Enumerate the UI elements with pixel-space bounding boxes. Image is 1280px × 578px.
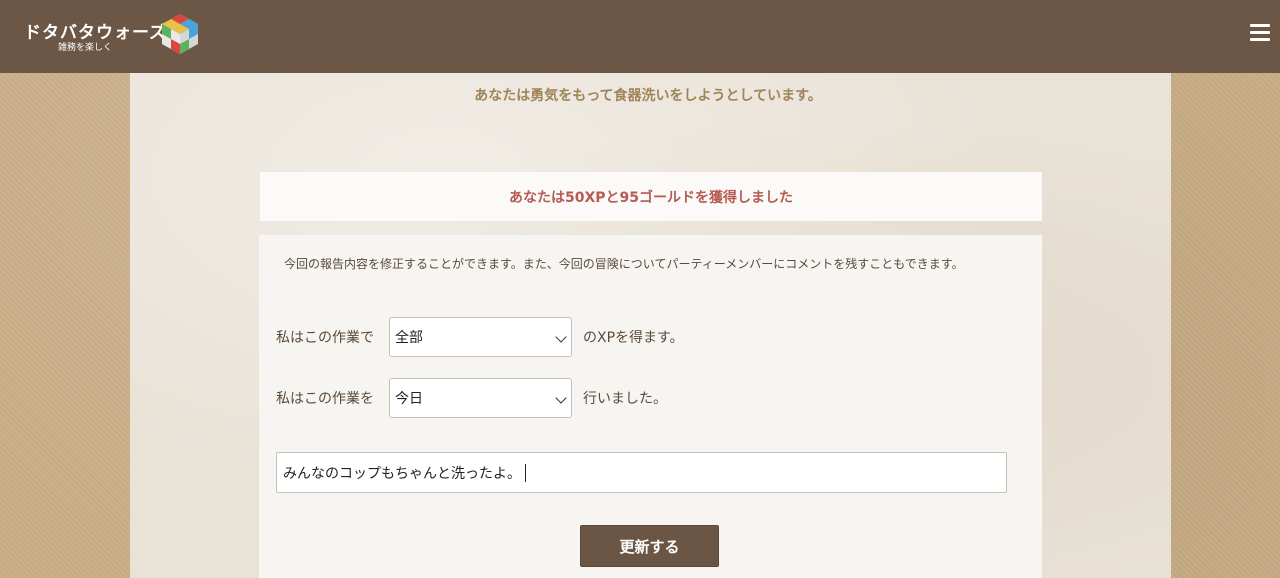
main-content-panel: あなたは勇気をもって食器洗いをしようとしています。 あなたは50XPと95ゴール… <box>130 73 1171 578</box>
xp-row-suffix: のXPを得ます。 <box>583 330 684 346</box>
chevron-down-icon <box>555 392 567 404</box>
text-cursor <box>525 463 526 482</box>
edit-instructions: 今回の報告内容を修正することができます。また、今回の冒険についてパーティーメンバ… <box>284 257 964 271</box>
cube-logo-icon <box>162 14 198 54</box>
reward-banner: あなたは50XPと95ゴールドを獲得しました <box>260 172 1042 221</box>
date-row-suffix: 行いました。 <box>583 391 667 407</box>
date-value: 今日 <box>395 391 423 407</box>
chevron-down-icon <box>555 331 567 343</box>
xp-amount-value: 全部 <box>395 330 423 346</box>
logo-subtitle: 雑務を楽しく <box>58 43 113 53</box>
app-header: ドタバタウォーズ 雑務を楽しく <box>0 0 1280 73</box>
hamburger-menu-icon[interactable] <box>1250 24 1270 44</box>
comment-text: みんなのコップもちゃんと洗ったよ。 <box>283 465 521 482</box>
comment-input[interactable]: みんなのコップもちゃんと洗ったよ。 <box>276 452 1007 493</box>
reward-message: あなたは50XPと95ゴールドを獲得しました <box>508 189 794 206</box>
date-row-label: 私はこの作業を <box>276 391 374 407</box>
date-select[interactable]: 今日 <box>389 378 572 418</box>
intro-message: あなたは勇気をもって食器洗いをしようとしています。 <box>474 88 822 104</box>
xp-row-label: 私はこの作業で <box>276 330 374 346</box>
report-edit-form: 今回の報告内容を修正することができます。また、今回の冒険についてパーティーメンバ… <box>259 235 1042 578</box>
update-button[interactable]: 更新する <box>580 525 719 567</box>
xp-amount-select[interactable]: 全部 <box>389 317 572 357</box>
